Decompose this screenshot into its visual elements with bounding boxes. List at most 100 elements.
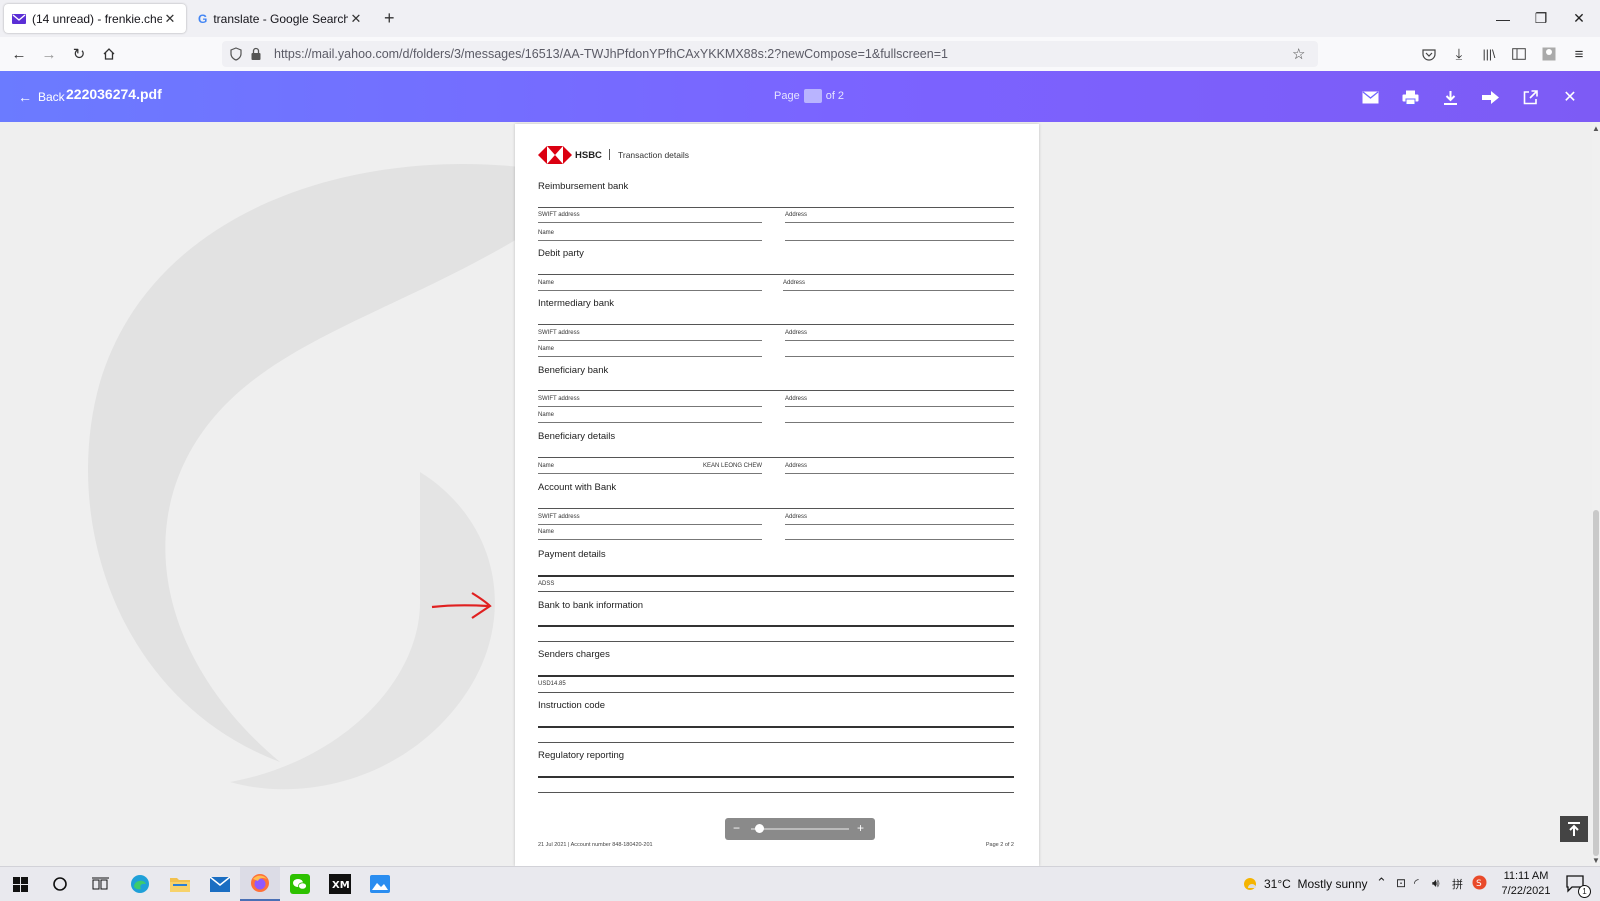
section-senders-charges: Senders charges xyxy=(538,649,610,660)
svg-text:XM: XM xyxy=(332,880,350,891)
google-icon: G xyxy=(198,11,208,26)
field-line xyxy=(785,473,1014,474)
zoom-in-button[interactable]: + xyxy=(857,821,864,835)
pdf-document-area[interactable]: HSBC Transaction details Reimbursement b… xyxy=(0,122,1592,866)
field-label-address: Address xyxy=(785,514,808,520)
field-label-address: Address xyxy=(785,396,808,402)
tab-title: (14 unread) - frenkie.chew@yahoo.com xyxy=(32,11,162,26)
field-label-swift: SWIFT address xyxy=(538,514,580,520)
tab-google-search[interactable]: G translate - Google Search ✕ xyxy=(190,4,372,33)
field-line xyxy=(538,406,762,407)
close-tab-icon[interactable]: ✕ xyxy=(348,11,364,27)
close-viewer-icon[interactable]: ✕ xyxy=(1556,83,1584,111)
menu-icon[interactable]: ≡ xyxy=(1566,41,1592,67)
field-label-swift: SWIFT address xyxy=(538,396,580,402)
downloads-icon[interactable]: ⤓ xyxy=(1446,41,1472,67)
file-explorer-icon[interactable] xyxy=(160,867,200,901)
minimize-icon[interactable]: — xyxy=(1484,0,1522,37)
field-label-name: Name xyxy=(538,346,555,352)
arrow-up-to-line-icon xyxy=(1568,822,1580,836)
section-bank-to-bank: Bank to bank information xyxy=(538,600,644,611)
antivirus-icon[interactable]: S xyxy=(1472,875,1487,895)
section-divider xyxy=(538,207,1014,208)
tab-title: translate - Google Search xyxy=(213,11,348,26)
tab-yahoo-mail[interactable]: (14 unread) - frenkie.chew@yahoo.com ✕ xyxy=(4,4,186,33)
field-line xyxy=(785,422,1014,423)
reload-icon[interactable]: ↻ xyxy=(66,41,92,67)
section-regulatory-reporting: Regulatory reporting xyxy=(538,750,625,761)
field-line xyxy=(538,692,1014,693)
section-divider xyxy=(538,625,1014,627)
new-tab-button[interactable]: + xyxy=(384,8,395,29)
field-line xyxy=(538,422,762,423)
wifi-icon[interactable]: ◜ xyxy=(1414,876,1419,890)
section-divider xyxy=(538,675,1014,677)
weather-text[interactable]: 31°C Mostly sunny xyxy=(1264,877,1368,891)
sidebar-icon[interactable] xyxy=(1506,41,1532,67)
open-external-icon[interactable] xyxy=(1516,83,1544,111)
field-label-address: Address xyxy=(783,280,806,286)
back-button[interactable]: ← Back xyxy=(18,87,65,107)
scroll-up-arrow-icon[interactable]: ▲ xyxy=(1592,124,1600,134)
clock-time[interactable]: 11:11 AM xyxy=(1500,870,1552,882)
section-beneficiary-details: Beneficiary details xyxy=(538,431,616,442)
zoom-slider-track[interactable] xyxy=(751,828,849,830)
field-line xyxy=(538,742,1014,743)
close-tab-icon[interactable]: ✕ xyxy=(162,11,178,27)
zoom-slider-handle[interactable] xyxy=(755,824,765,833)
lock-icon[interactable] xyxy=(250,47,262,61)
header-divider xyxy=(609,149,610,160)
edge-browser-icon[interactable] xyxy=(120,867,160,901)
wechat-icon[interactable] xyxy=(280,867,320,901)
bookmark-star-icon[interactable]: ☆ xyxy=(1292,45,1305,63)
clock-date[interactable]: 7/22/2021 xyxy=(1500,885,1552,897)
close-window-icon[interactable]: ✕ xyxy=(1560,0,1598,37)
print-icon[interactable] xyxy=(1396,83,1424,111)
weather-sun-icon[interactable] xyxy=(1242,876,1258,897)
ime-keyboard-icon[interactable]: 拼 xyxy=(1452,876,1463,892)
field-line xyxy=(785,406,1014,407)
scroll-down-arrow-icon[interactable]: ▼ xyxy=(1592,856,1600,866)
url-text[interactable]: https://mail.yahoo.com/d/folders/3/messa… xyxy=(274,41,948,67)
section-payment-details: Payment details xyxy=(538,549,606,560)
search-circle-icon[interactable] xyxy=(40,867,80,901)
windows-start-icon[interactable] xyxy=(0,867,40,901)
home-icon[interactable] xyxy=(96,41,122,67)
scroll-to-top-button[interactable] xyxy=(1560,816,1588,842)
pdf-page: HSBC Transaction details Reimbursement b… xyxy=(515,124,1039,866)
beneficiary-name-value: KEAN LEONG CHEW xyxy=(703,463,763,469)
zoom-control: − + xyxy=(725,818,875,840)
hsbc-logo-icon xyxy=(538,146,572,164)
download-icon[interactable] xyxy=(1436,83,1464,111)
back-arrow-icon: ← xyxy=(18,89,32,105)
account-avatar-icon[interactable] xyxy=(1536,41,1562,67)
shield-icon[interactable] xyxy=(230,47,242,61)
page-number-input[interactable] xyxy=(803,89,822,103)
forward-arrow-icon[interactable]: → xyxy=(36,41,62,67)
library-icon[interactable]: |||\ xyxy=(1476,41,1502,67)
scrollbar-thumb[interactable] xyxy=(1593,510,1599,856)
pdf-viewer-header: ← Back 222036274.pdf Page of 2 ✕ xyxy=(0,71,1600,122)
photos-app-icon[interactable] xyxy=(360,867,400,901)
field-line xyxy=(785,539,1014,540)
usb-device-icon[interactable]: ⊡ xyxy=(1396,876,1406,890)
email-icon[interactable] xyxy=(1356,83,1384,111)
restore-icon[interactable]: ❐ xyxy=(1522,0,1560,37)
mail-app-icon[interactable] xyxy=(200,867,240,901)
field-label-name: Name xyxy=(538,230,555,236)
pocket-icon[interactable] xyxy=(1416,41,1442,67)
firefox-icon[interactable] xyxy=(240,867,280,901)
volume-icon[interactable]: 🔊︎ xyxy=(1432,876,1440,891)
zoom-out-button[interactable]: − xyxy=(733,821,740,835)
forward-icon[interactable] xyxy=(1476,83,1504,111)
url-bar[interactable]: https://mail.yahoo.com/d/folders/3/messa… xyxy=(222,41,1318,67)
chevron-up-icon[interactable]: ⌃ xyxy=(1376,875,1387,891)
red-arrow-annotation-icon xyxy=(431,592,492,619)
field-label-name: Name xyxy=(538,412,555,418)
xm-app-icon[interactable]: XM xyxy=(320,867,360,901)
task-view-icon[interactable] xyxy=(80,867,120,901)
section-reimbursement-bank: Reimbursement bank xyxy=(538,181,629,192)
field-label-name: Name xyxy=(538,529,555,535)
section-divider xyxy=(538,726,1014,728)
back-arrow-icon[interactable]: ← xyxy=(6,41,32,67)
